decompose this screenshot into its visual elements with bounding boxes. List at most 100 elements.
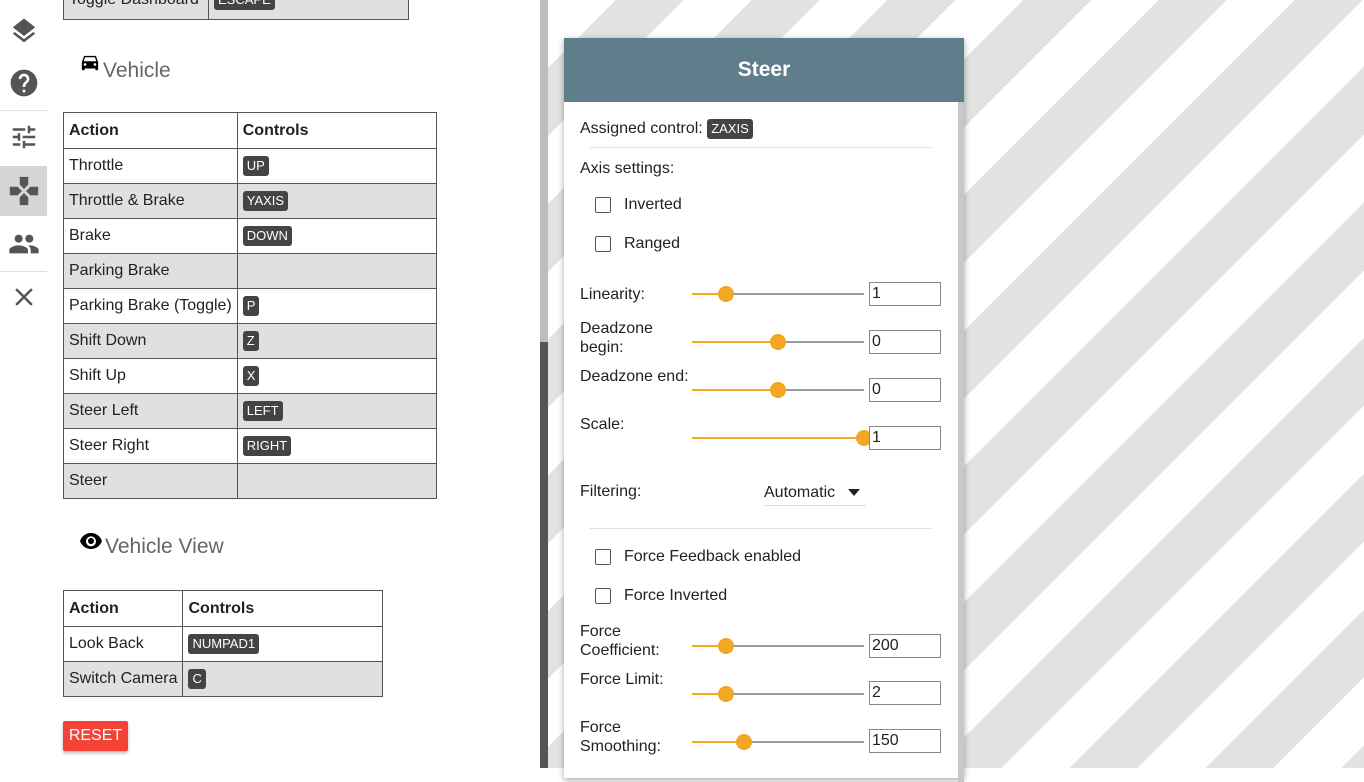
slider-knob[interactable]	[770, 334, 786, 350]
gamepad-icon[interactable]	[0, 166, 47, 216]
section-title-vehicle-view: Vehicle View	[79, 533, 224, 559]
key-badge[interactable]: LEFT	[242, 401, 283, 421]
key-badge[interactable]: C	[188, 669, 206, 689]
action-cell: Steer Left	[63, 393, 238, 429]
force-limit-input[interactable]: 2	[869, 681, 941, 705]
key-badge[interactable]: YAXIS	[242, 191, 289, 211]
inverted-checkbox[interactable]	[595, 197, 611, 213]
controls-cell[interactable]: UP	[236, 148, 437, 184]
table-row: Parking Brake (Toggle) P	[63, 288, 437, 324]
controls-cell[interactable]	[236, 463, 437, 499]
close-icon[interactable]	[0, 272, 47, 322]
force-inverted-checkbox[interactable]	[595, 588, 611, 604]
table-row: Throttle UP	[63, 148, 437, 184]
controls-cell[interactable]: DOWN	[236, 218, 437, 254]
controls-cell[interactable]: Z	[236, 323, 437, 359]
key-badge[interactable]: RIGHT	[242, 436, 292, 456]
action-cell: Steer	[63, 463, 238, 499]
action-cell: Parking Brake (Toggle)	[63, 288, 238, 324]
reset-button[interactable]: RESET	[63, 721, 128, 751]
action-cell: Look Back	[62, 626, 184, 662]
action-cell: Throttle & Brake	[63, 183, 238, 219]
slider-knob[interactable]	[718, 286, 734, 302]
table-row: Look Back NUMPAD1	[62, 626, 384, 662]
vehicle-view-table: Action Controls Look Back NUMPAD1 Switch C…	[62, 590, 384, 697]
section-title-text: Vehicle	[103, 59, 171, 82]
linearity-slider[interactable]	[692, 286, 864, 302]
action-cell: Steer Right	[63, 428, 238, 464]
table-row: Steer Left LEFT	[63, 393, 437, 429]
filtering-select[interactable]: Automatic	[764, 481, 866, 506]
label-line: begin:	[580, 339, 624, 356]
force-smoothing-input[interactable]: 150	[869, 729, 941, 753]
steer-dialog: Steer Assigned control: ZAXIS Axis setti…	[564, 38, 964, 782]
scale-slider[interactable]	[692, 430, 872, 446]
slider-knob[interactable]	[718, 638, 734, 654]
controls-cell[interactable]: YAXIS	[236, 183, 437, 219]
key-badge[interactable]: DOWN	[242, 226, 292, 246]
force-coefficient-label: Force Coefficient:	[580, 622, 660, 660]
force-smoothing-slider[interactable]	[692, 734, 864, 750]
action-cell: Toggle Dashboard	[63, 0, 209, 20]
panel-scrollbar-thumb[interactable]	[540, 342, 548, 768]
key-badge[interactable]: NUMPAD1	[188, 634, 260, 654]
controls-cell[interactable]: X	[236, 358, 437, 394]
divider	[590, 147, 931, 148]
controls-cell[interactable]: LEFT	[236, 393, 437, 429]
action-cell: Shift Down	[63, 323, 238, 359]
vehicle-table: Action Controls Throttle UP Throttle & Bra…	[63, 112, 437, 499]
help-icon[interactable]	[0, 58, 47, 108]
force-feedback-checkbox[interactable]	[595, 549, 611, 565]
table-row: Parking Brake	[63, 253, 437, 289]
inverted-label: Inverted	[624, 196, 682, 213]
controls-cell[interactable]: RIGHT	[236, 428, 437, 464]
force-coefficient-input[interactable]: 200	[869, 634, 941, 658]
deadzone-begin-input[interactable]: 0	[869, 330, 941, 354]
label-line: Force	[580, 719, 621, 736]
ranged-checkbox[interactable]	[595, 236, 611, 252]
table-row: Shift Down Z	[63, 323, 437, 359]
force-feedback-label: Force Feedback enabled	[624, 548, 801, 565]
deadzone-end-input[interactable]: 0	[869, 378, 941, 402]
key-badge[interactable]: ESCAPE	[214, 0, 275, 10]
force-limit-slider[interactable]	[692, 686, 864, 702]
ranged-label: Ranged	[624, 235, 681, 252]
car-icon	[81, 55, 99, 71]
controls-cell[interactable]: P	[236, 288, 437, 324]
scale-label: Scale:	[580, 416, 625, 433]
deadzone-end-slider[interactable]	[692, 382, 864, 398]
controls-cell[interactable]: C	[182, 661, 384, 697]
slider-knob[interactable]	[770, 382, 786, 398]
layers-icon[interactable]	[0, 6, 47, 56]
people-icon[interactable]	[0, 219, 47, 269]
label-line: Smoothing:	[580, 738, 661, 755]
scale-input[interactable]: 1	[869, 426, 941, 450]
assigned-control-row: Assigned control: ZAXIS	[580, 119, 753, 139]
key-badge[interactable]: X	[242, 366, 260, 386]
dashboard-table: Toggle Dashboard ESCAPE	[63, 0, 409, 20]
key-badge[interactable]: P	[242, 296, 260, 316]
controls-cell: ESCAPE	[208, 0, 409, 20]
icon-rail	[0, 0, 49, 768]
bindings-panel: Toggle Dashboard ESCAPE Vehicle Action C…	[48, 0, 540, 768]
deadzone-end-label: Deadzone end:	[580, 368, 689, 385]
linearity-input[interactable]: 1	[869, 282, 941, 306]
force-limit-label: Force Limit:	[580, 671, 664, 688]
table-row: Switch Camera C	[62, 661, 384, 697]
controls-cell[interactable]	[236, 253, 437, 289]
dialog-scrollbar[interactable]	[958, 102, 964, 782]
action-header: Action	[62, 590, 184, 627]
slider-knob[interactable]	[718, 686, 734, 702]
section-title-vehicle: Vehicle	[79, 55, 171, 83]
key-badge[interactable]: Z	[242, 331, 259, 351]
table-row: Steer	[63, 463, 437, 499]
deadzone-begin-slider[interactable]	[692, 334, 864, 350]
assigned-control-key[interactable]: ZAXIS	[707, 119, 753, 139]
action-cell: Throttle	[63, 148, 238, 184]
force-smoothing-label: Force Smoothing:	[580, 718, 661, 756]
slider-knob[interactable]	[736, 734, 752, 750]
force-coefficient-slider[interactable]	[692, 638, 864, 654]
controls-cell[interactable]: NUMPAD1	[182, 626, 384, 662]
key-badge[interactable]: UP	[242, 156, 269, 176]
sliders-icon[interactable]	[0, 112, 47, 162]
